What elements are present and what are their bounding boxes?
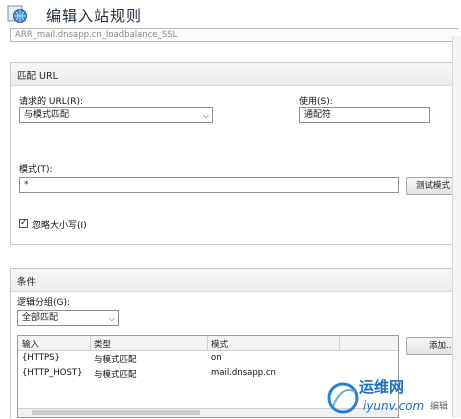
cell-type: 与模式匹配 [94, 355, 137, 365]
requested-url-value: 与模式匹配 [24, 110, 70, 120]
chevron-down-icon: ⌵ [202, 111, 209, 120]
using-value: 通配符 [304, 110, 332, 120]
using-label: 使用(S): [299, 97, 333, 107]
pattern-input[interactable]: * [19, 177, 399, 193]
section-header: 匹配 URL [11, 63, 460, 86]
logical-group-select[interactable]: 全部匹配 ⌵ [17, 310, 119, 326]
rule-globe-icon [6, 3, 28, 25]
column-header-input[interactable]: 输入 [22, 338, 39, 350]
requested-url-label: 请求的 URL(R): [19, 97, 84, 107]
using-select[interactable]: 通配符 [299, 107, 430, 123]
column-header-type[interactable]: 类型 [94, 338, 111, 350]
cell-pattern: on [211, 353, 222, 363]
watermark-text: 运维网 [359, 378, 404, 396]
vertical-scrollbar[interactable] [452, 36, 461, 418]
section-title-match-url: 匹配 URL [17, 71, 58, 82]
column-header-pattern[interactable]: 模式 [211, 338, 228, 350]
ignore-case-label: 忽略大小写(I) [32, 221, 87, 231]
cell-input: {HTTP_HOST} [22, 368, 83, 378]
pattern-label: 模式(T): [19, 165, 53, 175]
ignore-case-checkbox[interactable]: ✓ [19, 219, 28, 228]
cell-type: 与模式匹配 [94, 370, 137, 380]
cell-input: {HTTPS} [22, 353, 60, 363]
watermark-subtext: iyunv.com [363, 399, 424, 413]
table-header: 输入 类型 模式 [18, 336, 398, 351]
table-row[interactable]: {HTTPS} 与模式匹配 on [18, 351, 398, 365]
logical-group-value: 全部匹配 [22, 313, 59, 323]
site-watermark: 运维网 iyunv.com [325, 372, 443, 416]
requested-url-select[interactable]: 与模式匹配 ⌵ [19, 107, 213, 123]
page-title: 编辑入站规则 [46, 7, 143, 25]
cell-pattern: mail.dnsapp.cn [211, 368, 276, 378]
section-title-conditions: 条件 [17, 277, 37, 288]
section-header: 条件 [11, 269, 460, 292]
chevron-down-icon: ⌵ [108, 314, 115, 323]
logical-group-label: 逻辑分组(G): [17, 298, 71, 308]
rule-name-field[interactable]: ARR_mail.dnsapp.cn_loadbalance_SSL [10, 28, 458, 42]
